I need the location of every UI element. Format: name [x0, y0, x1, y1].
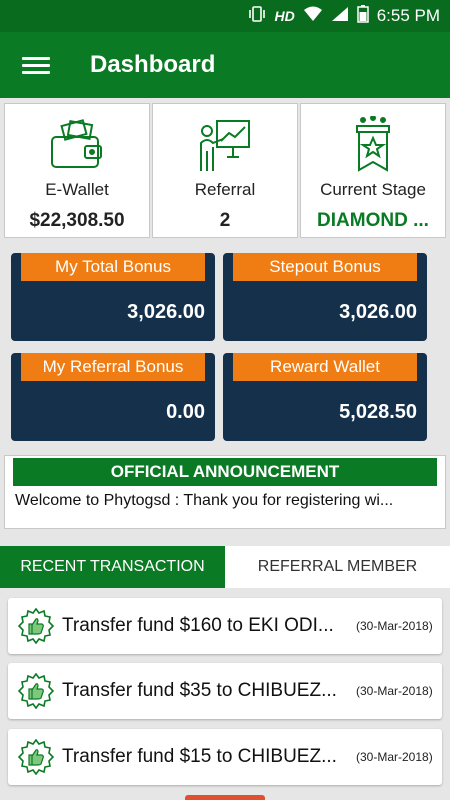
thumbs-up-badge-icon: [18, 673, 54, 709]
ewallet-label: E-Wallet: [45, 180, 109, 199]
reward-wallet-amount: 5,028.50: [339, 401, 417, 423]
floating-button-peek[interactable]: [185, 795, 265, 800]
my-referral-bonus-amount: 0.00: [166, 401, 205, 423]
thumbs-up-badge-icon: [18, 608, 54, 644]
transaction-date: (30-Mar-2018): [356, 684, 433, 698]
transaction-description: Transfer fund $160 to EKI ODI...: [62, 615, 334, 636]
transaction-row[interactable]: Transfer fund $35 to CHIBUEZ... (30-Mar-…: [8, 663, 442, 719]
transaction-row[interactable]: Transfer fund $15 to CHIBUEZ... (30-Mar-…: [8, 729, 442, 785]
current-stage-label: Current Stage: [320, 180, 426, 199]
battery-icon: [356, 4, 369, 28]
reward-wallet-card[interactable]: Reward Wallet 5,028.50: [223, 353, 427, 441]
wallet-icon: [49, 114, 105, 176]
menu-icon[interactable]: [22, 53, 50, 78]
transaction-row[interactable]: Transfer fund $160 to EKI ODI... (30-Mar…: [8, 598, 442, 654]
transaction-date: (30-Mar-2018): [356, 619, 433, 633]
thumbs-up-badge-icon: [18, 739, 54, 775]
tab-referral-member[interactable]: REFERRAL MEMBER: [225, 546, 450, 588]
announcement-message: Welcome to Phytogsd : Thank you for regi…: [15, 492, 394, 509]
my-total-bonus-label: My Total Bonus: [21, 253, 205, 281]
page-title: Dashboard: [90, 51, 216, 78]
network-type: HD: [274, 8, 295, 24]
my-total-bonus-amount: 3,026.00: [127, 301, 205, 323]
presentation-icon: [197, 114, 253, 176]
referral-card[interactable]: Referral 2: [152, 103, 298, 238]
my-referral-bonus-label: My Referral Bonus: [21, 353, 205, 381]
transaction-tabs: RECENT TRANSACTION REFERRAL MEMBER: [0, 546, 450, 588]
stepout-bonus-amount: 3,026.00: [339, 301, 417, 323]
status-bar: HD 6:55 PM: [0, 0, 450, 32]
transaction-date: (30-Mar-2018): [356, 750, 433, 764]
announcement-panel: OFFICIAL ANNOUNCEMENT Welcome to Phytogs…: [4, 455, 446, 529]
ribbon-star-icon: [353, 114, 393, 176]
clock: 6:55 PM: [376, 6, 440, 25]
app-bar: Dashboard: [0, 32, 450, 98]
tab-recent-transaction[interactable]: RECENT TRANSACTION: [0, 546, 225, 588]
referral-value: 2: [219, 210, 231, 231]
transaction-description: Transfer fund $35 to CHIBUEZ...: [62, 680, 337, 701]
ewallet-card[interactable]: E-Wallet $22,308.50: [4, 103, 150, 238]
current-stage-card[interactable]: Current Stage DIAMOND ...: [300, 103, 446, 238]
current-stage-value: DIAMOND ...: [317, 210, 429, 231]
announcement-title: OFFICIAL ANNOUNCEMENT: [13, 458, 437, 486]
vibrate-icon: [248, 5, 266, 28]
stepout-bonus-card[interactable]: Stepout Bonus 3,026.00: [223, 253, 427, 341]
referral-label: Referral: [194, 180, 256, 199]
summary-cards: E-Wallet $22,308.50 Referral 2 Current S…: [4, 103, 446, 238]
transaction-description: Transfer fund $15 to CHIBUEZ...: [62, 746, 337, 767]
stepout-bonus-label: Stepout Bonus: [233, 253, 417, 281]
wifi-icon: [303, 6, 323, 27]
my-referral-bonus-card[interactable]: My Referral Bonus 0.00: [11, 353, 215, 441]
signal-icon: [331, 6, 349, 27]
my-total-bonus-card[interactable]: My Total Bonus 3,026.00: [11, 253, 215, 341]
ewallet-value: $22,308.50: [29, 210, 125, 231]
reward-wallet-label: Reward Wallet: [233, 353, 417, 381]
